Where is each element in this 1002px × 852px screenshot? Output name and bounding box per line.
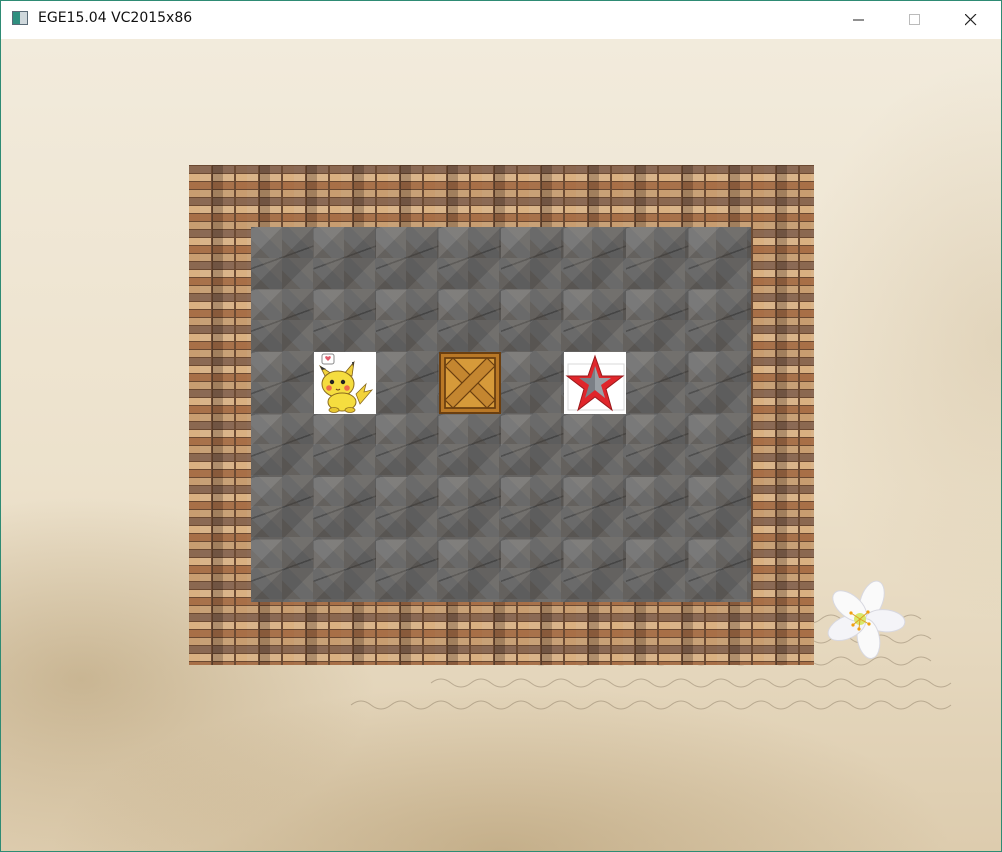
app-icon[interactable] bbox=[12, 11, 28, 25]
sokoban-board[interactable] bbox=[189, 165, 814, 665]
player-tile[interactable] bbox=[314, 352, 376, 414]
wooden-crate-icon bbox=[439, 352, 501, 414]
maximize-icon bbox=[909, 14, 920, 25]
window-title: EGE15.04 VC2015x86 bbox=[38, 10, 193, 26]
pikachu-icon bbox=[318, 353, 374, 413]
goal-tile[interactable] bbox=[564, 352, 626, 414]
close-button[interactable] bbox=[947, 1, 993, 39]
crate-tile[interactable] bbox=[439, 352, 501, 414]
app-window: EGE15.04 VC2015x86 bbox=[0, 0, 1002, 852]
minimize-icon bbox=[853, 19, 864, 21]
stone-floor bbox=[251, 227, 751, 602]
game-canvas[interactable] bbox=[1, 39, 1001, 851]
maximize-button[interactable] bbox=[891, 1, 937, 39]
flower-decoration bbox=[827, 580, 906, 659]
close-icon bbox=[965, 14, 977, 26]
minimize-button[interactable] bbox=[835, 1, 881, 39]
red-star-icon bbox=[565, 354, 625, 412]
title-bar[interactable]: EGE15.04 VC2015x86 bbox=[1, 1, 1001, 39]
